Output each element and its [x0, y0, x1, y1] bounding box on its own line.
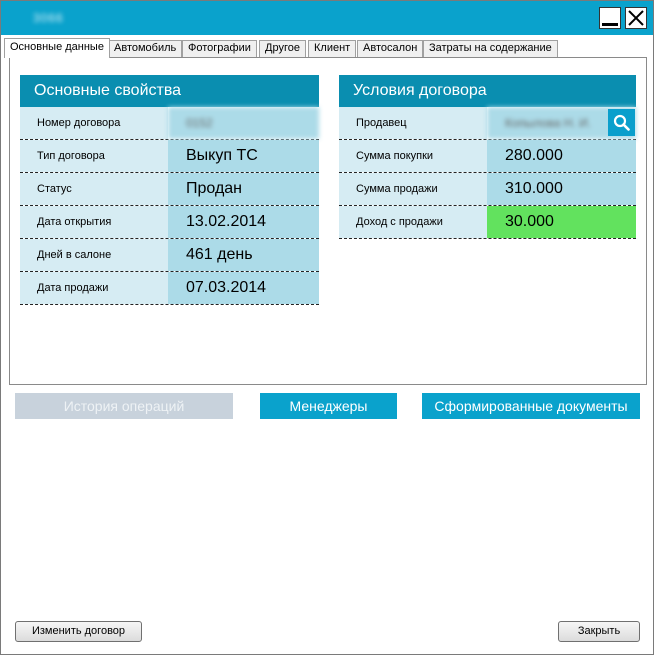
row-label: Номер договора	[20, 107, 168, 139]
managers-button[interactable]: Менеджеры	[260, 393, 397, 419]
sale-income-value: 30.000	[487, 206, 636, 238]
sale-date-value: 07.03.2014	[168, 272, 319, 304]
tab-other[interactable]: Другое	[259, 40, 306, 57]
tab-main-data[interactable]: Основные данные	[4, 38, 110, 58]
property-row: Тип договора Выкуп ТС	[20, 140, 319, 173]
row-label: Сумма покупки	[339, 140, 487, 172]
row-label: Продавец	[339, 107, 487, 139]
seller-search-button[interactable]	[608, 109, 635, 136]
tab-car[interactable]: Автомобиль	[108, 40, 183, 57]
property-row: Дата продажи 07.03.2014	[20, 272, 319, 305]
property-row: Продавец Копылова Н. И.	[339, 107, 636, 140]
basic-properties-title: Основные свойства	[20, 75, 319, 107]
tab-maintenance-costs[interactable]: Затраты на содержание	[423, 40, 558, 57]
contract-number-value: 0152	[168, 107, 319, 139]
property-row: Дней в салоне 461 день	[20, 239, 319, 272]
minimize-icon	[602, 23, 618, 26]
status-value: Продан	[168, 173, 319, 205]
minimize-button[interactable]	[599, 7, 621, 29]
row-label: Доход с продажи	[339, 206, 487, 238]
sale-amount-value: 310.000	[487, 173, 636, 205]
operations-history-button[interactable]: История операций	[15, 393, 233, 419]
contract-window: 3066 Основные данные Автомобиль Фотограф…	[0, 0, 654, 655]
purchase-amount-value: 280.000	[487, 140, 636, 172]
property-row: Номер договора 0152	[20, 107, 319, 140]
open-date-value: 13.02.2014	[168, 206, 319, 238]
property-row: Дата открытия 13.02.2014	[20, 206, 319, 239]
contract-type-value: Выкуп ТС	[168, 140, 319, 172]
close-icon	[628, 10, 644, 26]
tab-client[interactable]: Клиент	[308, 40, 357, 57]
title-bar[interactable]: 3066	[1, 1, 653, 35]
property-row: Статус Продан	[20, 173, 319, 206]
row-label: Дней в салоне	[20, 239, 168, 271]
search-icon	[613, 114, 630, 131]
edit-contract-button[interactable]: Изменить договор	[15, 621, 142, 642]
property-row: Доход с продажи 30.000	[339, 206, 636, 239]
tab-panel: Основные свойства Номер договора 0152 Ти…	[9, 57, 647, 385]
property-row: Сумма покупки 280.000	[339, 140, 636, 173]
tab-dealership[interactable]: Автосалон	[357, 40, 424, 57]
row-label: Дата открытия	[20, 206, 168, 238]
window-title: 3066	[33, 11, 64, 25]
close-button[interactable]: Закрыть	[558, 621, 640, 642]
property-row: Сумма продажи 310.000	[339, 173, 636, 206]
days-in-salon-value: 461 день	[168, 239, 319, 271]
basic-properties-card: Основные свойства Номер договора 0152 Ти…	[20, 75, 319, 305]
row-label: Сумма продажи	[339, 173, 487, 205]
close-window-button[interactable]	[625, 7, 647, 29]
contract-terms-card: Условия договора Продавец Копылова Н. И.…	[339, 75, 636, 239]
row-label: Статус	[20, 173, 168, 205]
row-label: Тип договора	[20, 140, 168, 172]
row-label: Дата продажи	[20, 272, 168, 304]
tab-photos[interactable]: Фотографии	[182, 40, 257, 57]
contract-terms-title: Условия договора	[339, 75, 636, 107]
generated-documents-button[interactable]: Сформированные документы	[422, 393, 640, 419]
